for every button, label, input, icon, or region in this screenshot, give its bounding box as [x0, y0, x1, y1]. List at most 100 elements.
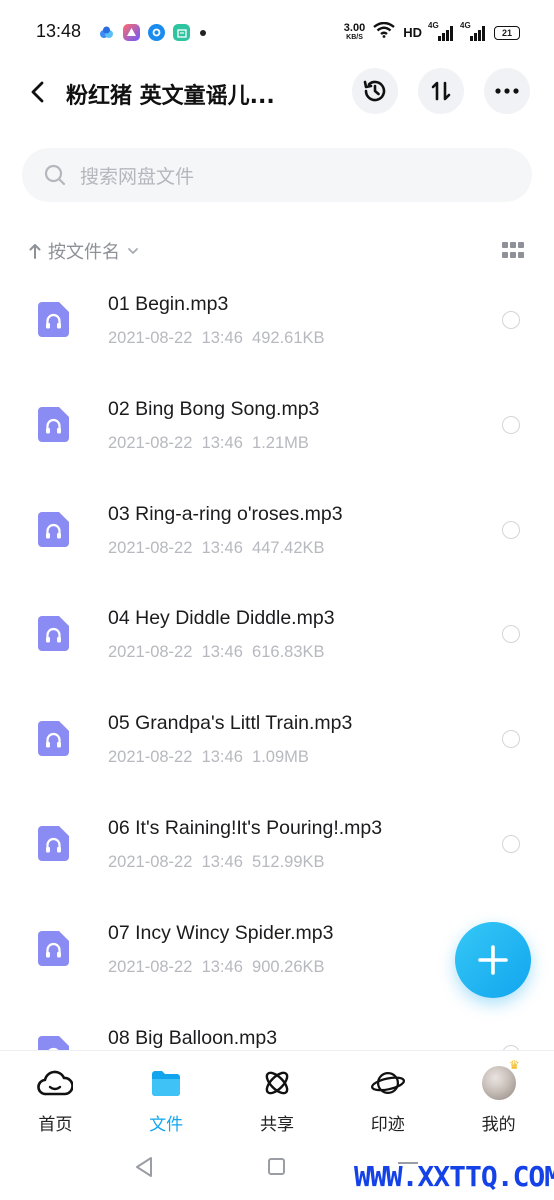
status-indicators: 3.00 KB/S HD 4G 4G 21	[344, 21, 520, 43]
select-checkbox[interactable]	[502, 625, 520, 644]
signal-2-label: 4G	[460, 20, 471, 30]
add-button[interactable]	[455, 922, 531, 998]
nav-item-profile[interactable]: ♛ 我的	[443, 1051, 554, 1142]
file-item[interactable]: 01 Begin.mp3 2021-08-22 13:46 492.61KB	[0, 278, 554, 383]
nav-label-traces: 印迹	[370, 1115, 405, 1135]
search-input[interactable]: 搜索网盘文件	[22, 148, 532, 202]
browser-notification-icon	[148, 24, 165, 41]
nav-label-files: 文件	[149, 1115, 184, 1135]
grid-view-toggle[interactable]	[502, 242, 524, 260]
sort-up-arrow-icon	[29, 244, 41, 259]
folder-icon	[148, 1066, 184, 1100]
file-item[interactable]: 02 Bing Bong Song.mp3 2021-08-22 13:46 1…	[0, 383, 554, 488]
select-checkbox[interactable]	[502, 834, 520, 853]
file-item[interactable]: 06 It's Raining!It's Pouring!.mp3 2021-0…	[0, 802, 554, 907]
file-size: 1.09MB	[252, 748, 309, 767]
page-title: 粉红猪 英文童谣儿...	[66, 84, 275, 109]
file-meta: 2021-08-22 13:46 900.26KB	[108, 958, 325, 977]
wifi-icon	[373, 21, 395, 43]
history-icon	[363, 80, 386, 102]
file-meta: 2021-08-22 13:46 512.99KB	[108, 853, 325, 872]
file-meta: 2021-08-22 13:46 492.61KB	[108, 329, 325, 348]
battery-level: 21	[501, 27, 512, 38]
file-meta: 2021-08-22 13:46 616.83KB	[108, 643, 325, 662]
file-time: 13:46	[201, 852, 243, 871]
file-item[interactable]: 04 Hey Diddle Diddle.mp3 2021-08-22 13:4…	[0, 592, 554, 697]
file-name: 05 Grandpa's Littl Train.mp3	[108, 712, 353, 735]
file-date: 2021-08-22	[108, 852, 193, 871]
status-bar: 13:48 3.00 KB/S HD 4G 4G 21	[0, 0, 554, 66]
select-checkbox[interactable]	[502, 520, 520, 539]
avatar-image: ♛	[481, 1058, 520, 1100]
audio-file-icon	[38, 825, 69, 861]
select-checkbox[interactable]	[502, 311, 520, 329]
nav-item-traces[interactable]: 印迹	[332, 1051, 443, 1142]
file-name: 03 Ring-a-ring o'roses.mp3	[108, 502, 343, 525]
avatar: ♛	[481, 1058, 520, 1100]
file-time: 13:46	[201, 748, 243, 767]
file-size: 900.26KB	[252, 957, 325, 976]
more-dots-icon	[495, 88, 519, 94]
file-size: 492.61KB	[252, 329, 325, 347]
sort-arrows-icon	[431, 81, 451, 101]
more-button[interactable]	[484, 68, 530, 114]
file-date: 2021-08-22	[108, 748, 193, 767]
file-item[interactable]: 08 Big Balloon.mp3	[0, 1012, 554, 1050]
system-back-icon[interactable]	[134, 1156, 154, 1178]
nav-item-home[interactable]: 首页	[0, 1051, 111, 1142]
file-date: 2021-08-22	[108, 643, 193, 662]
signal-strength-2-icon: 4G	[460, 21, 486, 41]
network-speed-unit: KB/S	[346, 33, 363, 41]
file-time: 13:46	[201, 433, 243, 452]
select-checkbox[interactable]	[502, 415, 520, 434]
file-name: 01 Begin.mp3	[108, 293, 229, 315]
bottom-nav: 首页 文件 共享 印迹 ♛ 我的	[0, 1050, 554, 1142]
file-size: 1.21MB	[252, 433, 309, 452]
file-size: 616.83KB	[252, 643, 325, 662]
calendar-notification-icon	[173, 24, 190, 41]
header: 粉红猪 英文童谣儿...	[0, 66, 554, 120]
planet-icon	[370, 1066, 406, 1100]
notification-icons	[98, 24, 206, 41]
file-time: 13:46	[201, 957, 243, 976]
nav-item-files[interactable]: 文件	[111, 1051, 222, 1142]
sort-selector[interactable]: 按文件名	[28, 236, 140, 266]
network-speed: 3.00 KB/S	[344, 22, 365, 42]
audio-file-icon	[38, 616, 69, 652]
file-time: 13:46	[201, 643, 243, 662]
chevron-down-icon	[128, 248, 138, 254]
baidu-netdisk-notification-icon	[98, 24, 115, 41]
file-name: 08 Big Balloon.mp3	[108, 1026, 278, 1049]
file-item[interactable]: 03 Ring-a-ring o'roses.mp3 2021-08-22 13…	[0, 488, 554, 593]
atom-share-icon	[259, 1066, 295, 1100]
file-size: 447.42KB	[252, 538, 325, 557]
more-notifications-dot	[200, 29, 206, 36]
watermark: WWW.XXTTQ.COM	[354, 1160, 554, 1193]
audio-file-icon	[38, 930, 69, 966]
nav-label-profile: 我的	[481, 1115, 516, 1135]
file-date: 2021-08-22	[108, 329, 193, 347]
crown-icon: ♛	[508, 1058, 520, 1072]
signal-1-label: 4G	[428, 20, 439, 30]
back-button[interactable]	[20, 74, 56, 110]
chevron-left-icon	[31, 81, 44, 103]
hd-indicator: HD	[403, 25, 422, 40]
history-button[interactable]	[352, 68, 398, 114]
nav-label-share: 共享	[259, 1115, 294, 1135]
nav-label-home: 首页	[38, 1115, 73, 1135]
nav-item-share[interactable]: 共享	[222, 1051, 333, 1142]
file-item[interactable]: 05 Grandpa's Littl Train.mp3 2021-08-22 …	[0, 697, 554, 802]
select-checkbox[interactable]	[502, 730, 520, 749]
audio-file-icon	[38, 1035, 69, 1050]
file-time: 13:46	[201, 538, 243, 557]
file-size: 512.99KB	[252, 852, 325, 871]
signal-strength-1-icon: 4G	[428, 21, 454, 41]
audio-file-icon	[38, 406, 69, 442]
battery-icon: 21	[494, 25, 520, 40]
system-home-icon[interactable]	[268, 1158, 285, 1175]
audio-file-icon	[38, 302, 69, 337]
sort-label: 按文件名	[48, 242, 120, 263]
sort-button[interactable]	[418, 68, 464, 114]
file-time: 13:46	[201, 329, 243, 347]
file-name: 07 Incy Wincy Spider.mp3	[108, 921, 334, 944]
